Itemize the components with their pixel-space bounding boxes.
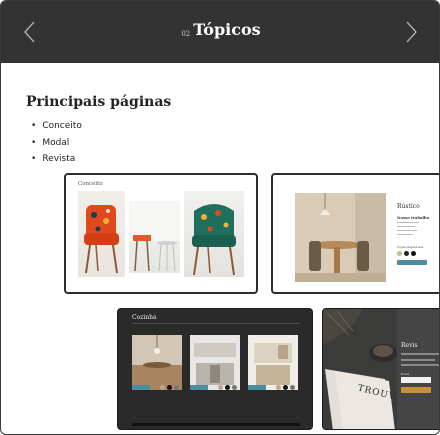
divider [132,323,300,324]
dining-room-image [295,193,386,282]
product-tag[interactable] [248,385,266,390]
color-swatch[interactable] [404,251,409,256]
modal-text-line [397,234,413,236]
cozinha-card-label: Cozinha [132,314,157,321]
slide-title-text: Tópicos [193,20,261,39]
cozinha-preview-card[interactable]: Cozinha [117,308,313,430]
side-table-image [129,201,180,273]
modal-title: Rústico [397,203,420,210]
modal-swatch-label: Cores disponíveis [397,245,424,249]
panel-text-line [401,364,439,366]
modal-subtitle: Nosso trabalho [397,215,430,220]
topic-item-conceito: Conceito [31,118,82,135]
product-tag[interactable] [132,385,150,390]
topic-item-revista: Revista [31,151,82,168]
product-tag[interactable] [190,385,208,390]
color-dot[interactable] [160,385,165,390]
slide-title: 02 Tópicos [1,20,439,40]
color-dot[interactable] [283,385,288,390]
revista-preview-card[interactable]: TROUVÉ Revis Email [322,308,439,430]
slide-header: 02 Tópicos [1,1,439,63]
kitchen-product-image [248,335,298,390]
color-dot[interactable] [290,385,295,390]
kitchen-product-image [190,335,240,390]
modal-action-button[interactable] [397,260,427,265]
chevron-right-icon [406,21,417,43]
footer-bar [132,423,300,426]
revista-title: Revis [401,342,418,349]
panel-text-line [401,359,435,361]
topic-item-modal: Modal [31,135,82,152]
conceito-preview-card[interactable]: Conceito [64,173,258,294]
color-dot[interactable] [174,385,179,390]
revista-side-panel: Revis Email [397,309,439,429]
color-dot[interactable] [167,385,172,390]
panel-text-line [401,353,439,355]
color-dot[interactable] [232,385,237,390]
modal-text-line [397,230,417,232]
conceito-card-label: Conceito [78,181,103,187]
modal-text-line [397,222,419,224]
color-dot[interactable] [218,385,223,390]
modal-text-line [397,226,415,228]
slide-number: 02 [181,30,191,38]
email-field-label: Email [401,372,410,376]
color-dot[interactable] [225,385,230,390]
kitchen-product-image [132,335,182,390]
green-chair-image [184,191,244,277]
section-heading: Principais páginas [26,94,172,110]
modal-preview-card[interactable]: Rústico Nosso trabalho Cores disponíveis [271,173,439,294]
next-slide-button[interactable] [397,19,423,45]
color-swatch[interactable] [411,251,416,256]
email-input[interactable] [401,377,431,383]
color-dot[interactable] [276,385,281,390]
color-swatch[interactable] [397,251,402,256]
slide-frame: 02Tópicos Principais páginas Conceito Mo… [0,0,440,435]
topic-list: Conceito Modal Revista [31,118,82,168]
subscribe-button[interactable] [401,387,431,393]
orange-chair-image [78,191,125,277]
